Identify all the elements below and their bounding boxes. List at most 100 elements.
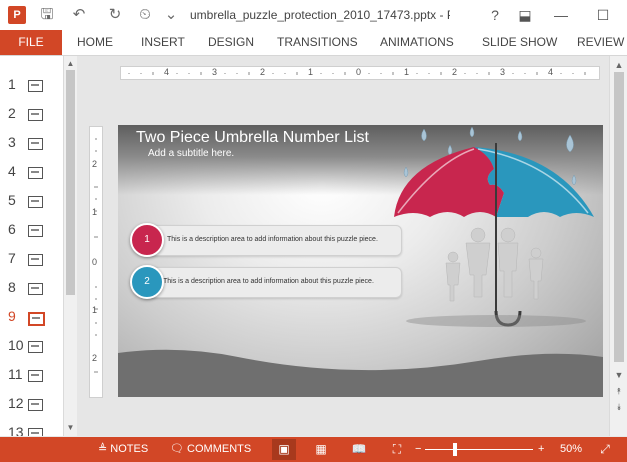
slide-icon xyxy=(28,109,43,121)
save-icon[interactable]: 🖫 xyxy=(36,4,58,26)
slide-icon xyxy=(28,428,43,436)
tab-animations[interactable]: ANIMATIONS xyxy=(380,30,454,55)
ruler-label: 2 xyxy=(92,353,98,363)
help-button[interactable]: ? xyxy=(482,4,508,26)
tab-design[interactable]: DESIGN xyxy=(208,30,254,55)
slide-icon xyxy=(28,196,43,208)
ruler-label: 1 xyxy=(308,67,314,77)
slide-number: 7 xyxy=(8,250,16,266)
customize-qat-icon[interactable]: ⌄ xyxy=(160,4,182,26)
fit-slide-icon[interactable]: ⤢ xyxy=(593,439,617,460)
previous-slide-icon[interactable]: ⯭ xyxy=(610,386,627,397)
scroll-down-arrow-icon[interactable]: ▼ xyxy=(610,370,627,380)
slide-number: 1 xyxy=(8,76,16,92)
slide-thumbnail-4[interactable]: 4 xyxy=(0,157,62,186)
slide-show-view-button[interactable]: ⛶ xyxy=(385,439,409,460)
slide-number: 4 xyxy=(8,163,16,179)
slide-icon xyxy=(28,254,43,266)
raindrop-icon xyxy=(469,126,475,138)
tab-insert[interactable]: INSERT xyxy=(141,30,185,55)
zoom-level[interactable]: 50% xyxy=(560,437,582,462)
document-title: umbrella_puzzle_protection_2010_17473.pp… xyxy=(190,8,450,22)
slide-icon xyxy=(28,225,43,237)
slide-icon xyxy=(28,167,43,179)
slide-thumbnail-3[interactable]: 3 xyxy=(0,128,62,157)
slide-number: 5 xyxy=(8,192,16,208)
slide-icon xyxy=(28,283,43,295)
ruler-label: 4 xyxy=(548,67,554,77)
ruler-label: 2 xyxy=(452,67,458,77)
ruler-label: 1 xyxy=(92,305,98,315)
minimize-button[interactable]: — xyxy=(548,4,574,26)
scroll-up-arrow-icon[interactable]: ▲ xyxy=(610,60,627,70)
undo-icon[interactable]: ↶ xyxy=(68,4,90,26)
zoom-in-button[interactable]: + xyxy=(538,437,544,462)
raindrop-icon xyxy=(517,130,523,142)
tab-slide-show[interactable]: SLIDE SHOW xyxy=(482,30,557,55)
slide-number: 9 xyxy=(8,308,16,324)
next-slide-icon[interactable]: ⯯ xyxy=(610,402,627,413)
thumbnails-scrollbar[interactable]: ▲ ▼ xyxy=(63,56,77,436)
slide-sorter-view-button[interactable]: ▦ xyxy=(309,439,333,460)
slide-thumbnail-10[interactable]: 10 xyxy=(0,331,62,360)
slide-thumbnail-1[interactable]: 1 xyxy=(0,70,62,99)
tab-file[interactable]: FILE xyxy=(0,30,62,55)
slide-icon xyxy=(28,341,43,353)
slide-thumbnail-9[interactable]: 9 xyxy=(0,302,62,331)
maximize-button[interactable]: ☐ xyxy=(590,4,616,26)
present-from-beginning-icon[interactable]: ⏲ xyxy=(134,4,156,26)
tab-home[interactable]: HOME xyxy=(77,30,113,55)
ruler-label: 1 xyxy=(404,67,410,77)
comments-button[interactable]: 🗨 COMMENTS xyxy=(170,437,251,462)
slide-thumbnail-5[interactable]: 5 xyxy=(0,186,62,215)
scrollbar-thumb[interactable] xyxy=(66,70,75,295)
vertical-ruler: 2 1 0 1 2 xyxy=(89,126,103,398)
slide-thumbnail-6[interactable]: 6 xyxy=(0,215,62,244)
tab-review[interactable]: REVIEW xyxy=(577,30,624,55)
zoom-slider-track[interactable] xyxy=(425,449,533,450)
ruler-label: 2 xyxy=(92,159,98,169)
tab-transitions[interactable]: TRANSITIONS xyxy=(277,30,358,55)
zoom-out-button[interactable]: − xyxy=(415,437,421,462)
slide-number: 2 xyxy=(8,105,16,121)
notes-icon: ≜ xyxy=(98,443,108,455)
status-bar: ≜ NOTES 🗨 COMMENTS ▣ ▦ 📖 ⛶ − + 50% ⤢ xyxy=(0,437,627,462)
slide-thumbnail-13[interactable]: 13 xyxy=(0,418,62,436)
ribbon-tab-bar: FILE HOME INSERT DESIGN TRANSITIONS ANIM… xyxy=(0,30,627,56)
scroll-down-arrow-icon[interactable]: ▼ xyxy=(64,422,77,434)
ruler-label: 0 xyxy=(92,257,98,267)
raindrop-icon xyxy=(571,174,577,186)
umbrella-left-canopy xyxy=(394,147,504,217)
slide-thumbnail-2[interactable]: 2 xyxy=(0,99,62,128)
slide-thumbnail-8[interactable]: 8 xyxy=(0,273,62,302)
horizontal-ruler: 4 3 2 1 0 1 2 3 4 xyxy=(120,66,600,80)
normal-view-button[interactable]: ▣ xyxy=(272,439,296,460)
slide-icon xyxy=(28,312,45,326)
scrollbar-thumb[interactable] xyxy=(614,72,624,362)
raindrop-icon xyxy=(421,128,427,142)
slide-icon xyxy=(28,80,43,92)
reading-view-button[interactable]: 📖 xyxy=(347,439,371,460)
zoom-slider-handle[interactable] xyxy=(453,443,457,456)
slide-number: 11 xyxy=(8,366,23,382)
slide-thumbnail-12[interactable]: 12 xyxy=(0,389,62,418)
slide-icon xyxy=(28,399,43,411)
ribbon-display-options-button[interactable]: ⬓ xyxy=(512,4,538,26)
slide-thumbnails-panel: 1 2 3 4 5 6 7 8 9 10 11 12 13 xyxy=(0,56,63,436)
slide-9[interactable]: Two Piece Umbrella Number List Add a sub… xyxy=(118,125,603,397)
comments-label: COMMENTS xyxy=(187,443,252,455)
scroll-up-arrow-icon[interactable]: ▲ xyxy=(64,58,77,70)
notes-button[interactable]: ≜ NOTES xyxy=(98,437,148,462)
powerpoint-app-icon[interactable]: P xyxy=(8,6,26,24)
slide-number: 10 xyxy=(8,337,24,353)
ruler-label: 1 xyxy=(92,207,98,217)
canvas-scrollbar[interactable]: ▲ ▼ ⯭ ⯯ xyxy=(609,56,627,436)
slide-bottom-wave xyxy=(118,349,603,397)
ruler-label: 2 xyxy=(260,67,266,77)
slide-number: 13 xyxy=(8,424,24,436)
ruler-label: 3 xyxy=(500,67,506,77)
umbrella-family-illustration[interactable] xyxy=(118,125,603,397)
slide-thumbnail-7[interactable]: 7 xyxy=(0,244,62,273)
slide-thumbnail-11[interactable]: 11 xyxy=(0,360,62,389)
redo-icon[interactable]: ↻ xyxy=(104,4,126,26)
